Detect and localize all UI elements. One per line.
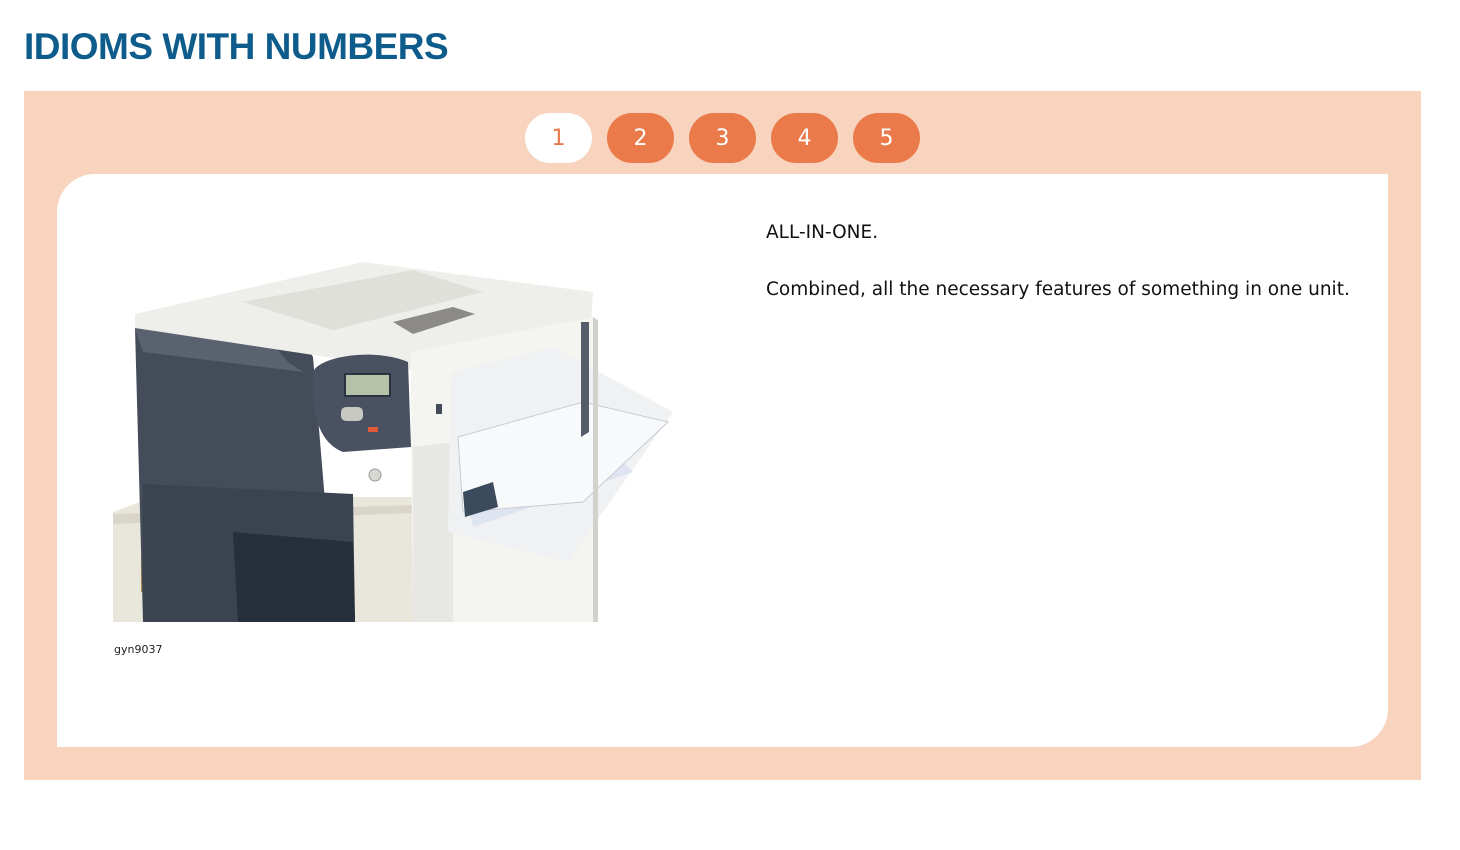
image-caption: gyn9037 <box>114 643 163 656</box>
tab-2[interactable]: 2 <box>607 113 674 163</box>
printer-image <box>113 262 673 622</box>
tab-4[interactable]: 4 <box>771 113 838 163</box>
idiom-definition: Combined, all the necessary features of … <box>766 279 1350 300</box>
idiom-card: gyn9037 ALL-IN-ONE. Combined, all the ne… <box>57 174 1388 747</box>
idiom-title: ALL-IN-ONE. <box>766 222 879 243</box>
tab-5[interactable]: 5 <box>853 113 920 163</box>
idiom-panel: 1 2 3 4 5 gyn9037 ALL-IN-ONE. Combined, … <box>24 91 1421 780</box>
slide-tabs: 1 2 3 4 5 <box>525 113 920 163</box>
page-title: IDIOMS WITH NUMBERS <box>24 26 449 67</box>
tab-1[interactable]: 1 <box>525 113 592 163</box>
tab-3[interactable]: 3 <box>689 113 756 163</box>
